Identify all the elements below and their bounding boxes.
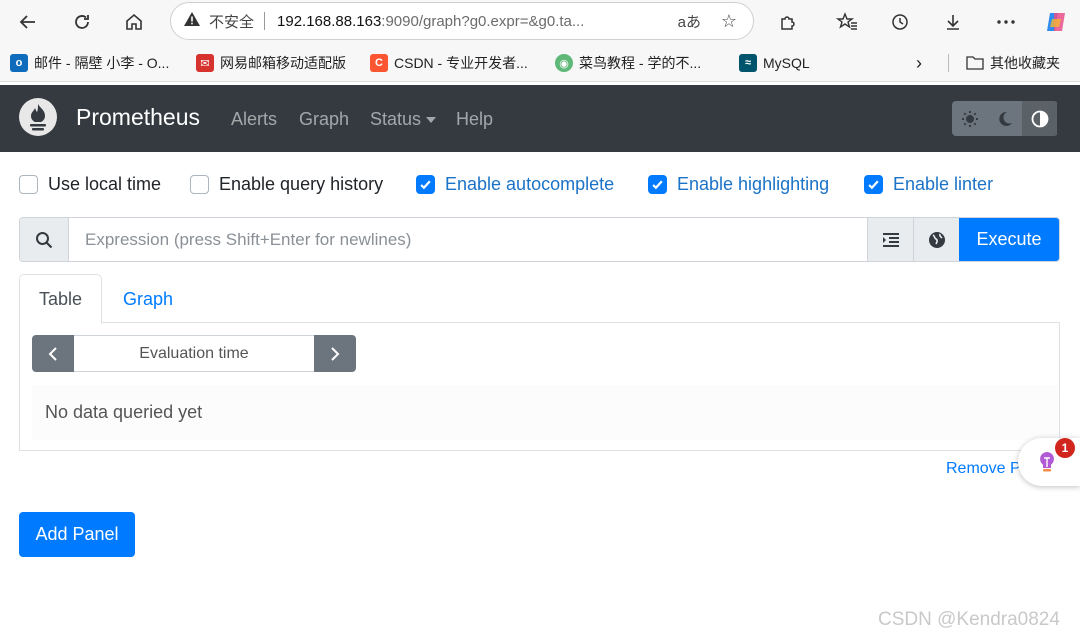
execute-button[interactable]: Execute [959,218,1059,261]
search-icon [20,218,69,261]
bookmark-item[interactable]: ✉ 网易邮箱移动适配版 [196,52,346,74]
metrics-explorer-globe-icon[interactable] [913,218,959,261]
bookmark-item[interactable]: ≈ MySQL [739,52,810,74]
history-icon[interactable] [884,6,916,38]
bookmark-label: MySQL [763,55,810,71]
bookmark-label: 网易邮箱移动适配版 [220,55,346,71]
dark-theme-moon-icon[interactable] [987,101,1022,136]
option-label: Enable autocomplete [445,173,615,194]
prometheus-logo-icon[interactable] [19,98,57,136]
remove-panel-link[interactable]: Remove P [946,460,1021,478]
prometheus-navbar: Prometheus Alerts Graph Status Help [0,85,1080,152]
notification-badge: 1 [1055,438,1075,458]
bookmarks-bar: o 邮件 - 隔壁 小李 - O... ✉ 网易邮箱移动适配版 C CSDN -… [0,44,1080,82]
chevron-right-icon[interactable] [314,335,356,372]
evaluation-time-input[interactable]: Evaluation time [74,335,314,372]
download-icon[interactable] [937,6,969,38]
address-bar[interactable]: 不安全 192.168.88.163 :9090/graph?g0.expr=&… [170,2,754,40]
favorites-icon[interactable] [831,6,863,38]
checkbox[interactable] [19,174,38,194]
checkbox-checked-icon[interactable] [416,174,435,194]
runoob-icon: ◉ [555,54,573,72]
expression-input[interactable] [69,218,867,261]
nav-graph[interactable]: Graph [299,109,349,130]
checkbox-checked-icon[interactable] [864,174,883,194]
checkbox-checked-icon[interactable] [648,174,667,194]
copilot-icon[interactable] [1040,6,1072,38]
checkbox[interactable] [190,174,209,194]
nav-help[interactable]: Help [456,109,493,130]
back-icon[interactable] [12,6,44,38]
outlook-icon: o [10,54,28,72]
tab-table[interactable]: Table [19,274,102,324]
favorite-star-icon[interactable]: ☆ [721,11,737,32]
bookmark-label: 邮件 - 隔壁 小李 - O... [34,55,170,71]
warning-icon [183,11,201,32]
option-label: Enable highlighting [677,173,830,194]
bookmark-divider [948,54,949,72]
netease-mail-icon: ✉ [196,54,214,72]
option-label: Use local time [48,173,162,194]
option-use-local-time[interactable]: Use local time [19,172,161,196]
format-expression-icon[interactable] [867,218,913,261]
other-bookmarks-label: 其他收藏夹 [990,55,1060,71]
option-enable-highlighting[interactable]: Enable highlighting [648,172,829,196]
folder-icon [966,54,984,73]
auto-theme-contrast-icon[interactable] [1022,101,1057,136]
insecure-label: 不安全 [209,13,255,31]
more-menu-icon[interactable] [990,6,1022,38]
caret-down-icon [426,117,437,124]
bookmark-item[interactable]: o 邮件 - 隔壁 小李 - O... [10,52,169,74]
add-panel-button[interactable]: Add Panel [19,512,135,557]
expression-input-group: Execute [19,217,1060,262]
option-enable-query-history[interactable]: Enable query history [190,172,383,196]
nav-status-dropdown[interactable]: Status [370,109,437,130]
translate-icon[interactable]: aあ [678,11,701,32]
chevron-right-icon[interactable]: › [916,52,922,74]
browser-toolbar: 不安全 192.168.88.163 :9090/graph?g0.expr=&… [0,0,1080,44]
mysql-icon: ≈ [739,54,757,72]
panel-tabs: Table Graph [19,274,1060,324]
empty-result-message: No data queried yet [32,385,1058,440]
bookmark-label: 菜鸟教程 - 学的不... [579,55,702,71]
csdn-icon: C [370,54,388,72]
extensions-icon[interactable] [772,6,804,38]
evaluation-time-control: Evaluation time [32,335,356,372]
tab-graph[interactable]: Graph [102,274,194,324]
address-separator [264,12,266,30]
reload-icon[interactable] [66,6,98,38]
home-icon[interactable] [118,6,150,38]
nav-status-label: Status [370,109,422,129]
other-bookmarks[interactable]: 其他收藏夹 [966,52,1060,74]
url-path: :9090/graph?g0.expr=&g0.ta... [381,12,585,30]
url-host: 192.168.88.163 [277,12,382,30]
bookmark-item[interactable]: ◉ 菜鸟教程 - 学的不... [555,52,701,74]
option-enable-linter[interactable]: Enable linter [864,172,993,196]
bookmark-item[interactable]: C CSDN - 专业开发者... [370,52,528,74]
light-theme-sun-icon[interactable] [952,101,987,136]
brand-title[interactable]: Prometheus [76,104,200,131]
option-enable-autocomplete[interactable]: Enable autocomplete [416,172,614,196]
bookmark-label: CSDN - 专业开发者... [394,55,528,71]
option-label: Enable linter [893,173,994,194]
chevron-left-icon[interactable] [32,335,74,372]
nav-alerts[interactable]: Alerts [231,109,277,130]
watermark: CSDN @Kendra0824 [878,609,1060,630]
lightbulb-icon [1036,450,1058,479]
option-label: Enable query history [219,173,384,194]
floating-assistant-widget[interactable]: 1 [1018,438,1080,486]
theme-toggle-group [952,101,1058,136]
